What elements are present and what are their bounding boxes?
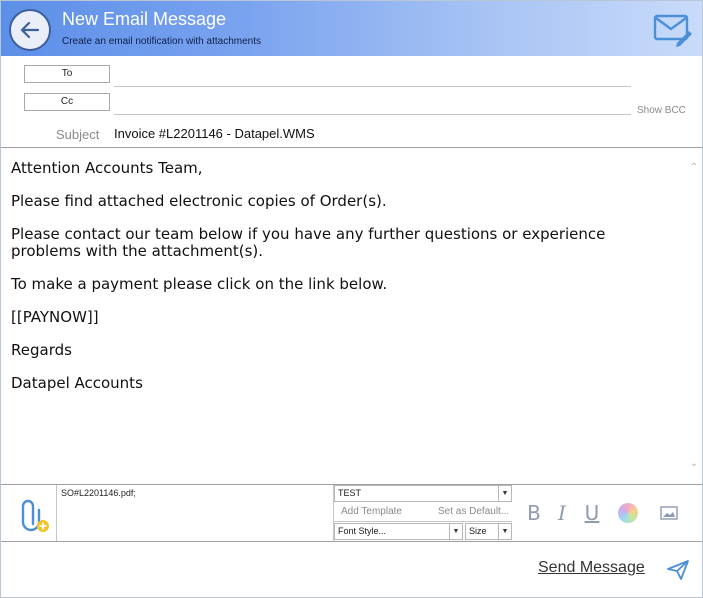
font-style-label: Font Style... [338,526,387,536]
page-title: New Email Message [62,9,227,29]
footer-divider [1,541,702,542]
send-message-button[interactable]: Send Message [538,559,645,577]
attachment-list[interactable]: SO#L2201146.pdf; [56,485,334,541]
body-paragraph: Please contact our team below if you hav… [11,225,606,260]
font-size-select[interactable]: Size ▼ [465,523,512,540]
body-paragraph: To make a payment please click on the li… [11,275,388,293]
body-paragraph: Attention Accounts Team, [11,159,203,177]
dropdown-arrow-icon[interactable]: ▼ [449,524,462,539]
italic-button[interactable]: I [551,501,573,525]
send-icon[interactable] [666,559,690,581]
insert-image-icon[interactable] [660,506,678,520]
cc-field[interactable] [114,93,631,115]
template-selected: TEST [338,488,362,498]
underline-button[interactable]: U [581,501,603,525]
email-window: New Email Message Create an email notifi… [0,0,703,598]
body-paragraph: Regards [11,341,72,359]
set-default-button[interactable]: Set as Default... [438,506,509,517]
chevron-up-icon[interactable]: ⌃ [688,162,700,174]
chevron-down-icon[interactable]: ⌄ [688,458,700,470]
message-text[interactable]: Attention Accounts Team, Please find att… [11,160,679,408]
font-size-label: Size [469,526,487,536]
body-scrollbar[interactable]: ⌃ ⌄ [686,148,702,484]
body-paragraph: Datapel Accounts [11,374,143,392]
header-bar: New Email Message Create an email notifi… [1,1,702,56]
template-select[interactable]: TEST ▼ [334,485,512,502]
body-paragraph: Please find attached electronic copies o… [11,192,387,210]
email-edit-icon [653,14,692,47]
message-body[interactable]: Attention Accounts Team, Please find att… [1,147,702,485]
body-paragraph: [[PAYNOW]] [11,308,99,326]
show-bcc-link[interactable]: Show BCC [637,105,686,116]
dropdown-arrow-icon[interactable]: ▼ [498,486,511,501]
font-style-select[interactable]: Font Style... ▼ [334,523,463,540]
subject-label: Subject [56,127,100,142]
add-template-button[interactable]: Add Template [341,506,402,517]
cc-button[interactable]: Cc [24,93,110,111]
to-button[interactable]: To [24,65,110,83]
paperclip-icon [21,499,49,532]
bold-button[interactable]: B [523,501,545,525]
back-button[interactable] [9,9,51,51]
template-divider [334,521,512,522]
arrow-left-icon [20,21,40,39]
to-field[interactable] [114,65,631,87]
subject-input[interactable]: Invoice #L2201146 - Datapel.WMS [114,126,315,141]
page-subtitle: Create an email notification with attach… [62,36,261,47]
dropdown-arrow-icon[interactable]: ▼ [498,524,511,539]
text-color-button[interactable] [618,503,638,523]
add-attachment-button[interactable] [15,498,51,534]
